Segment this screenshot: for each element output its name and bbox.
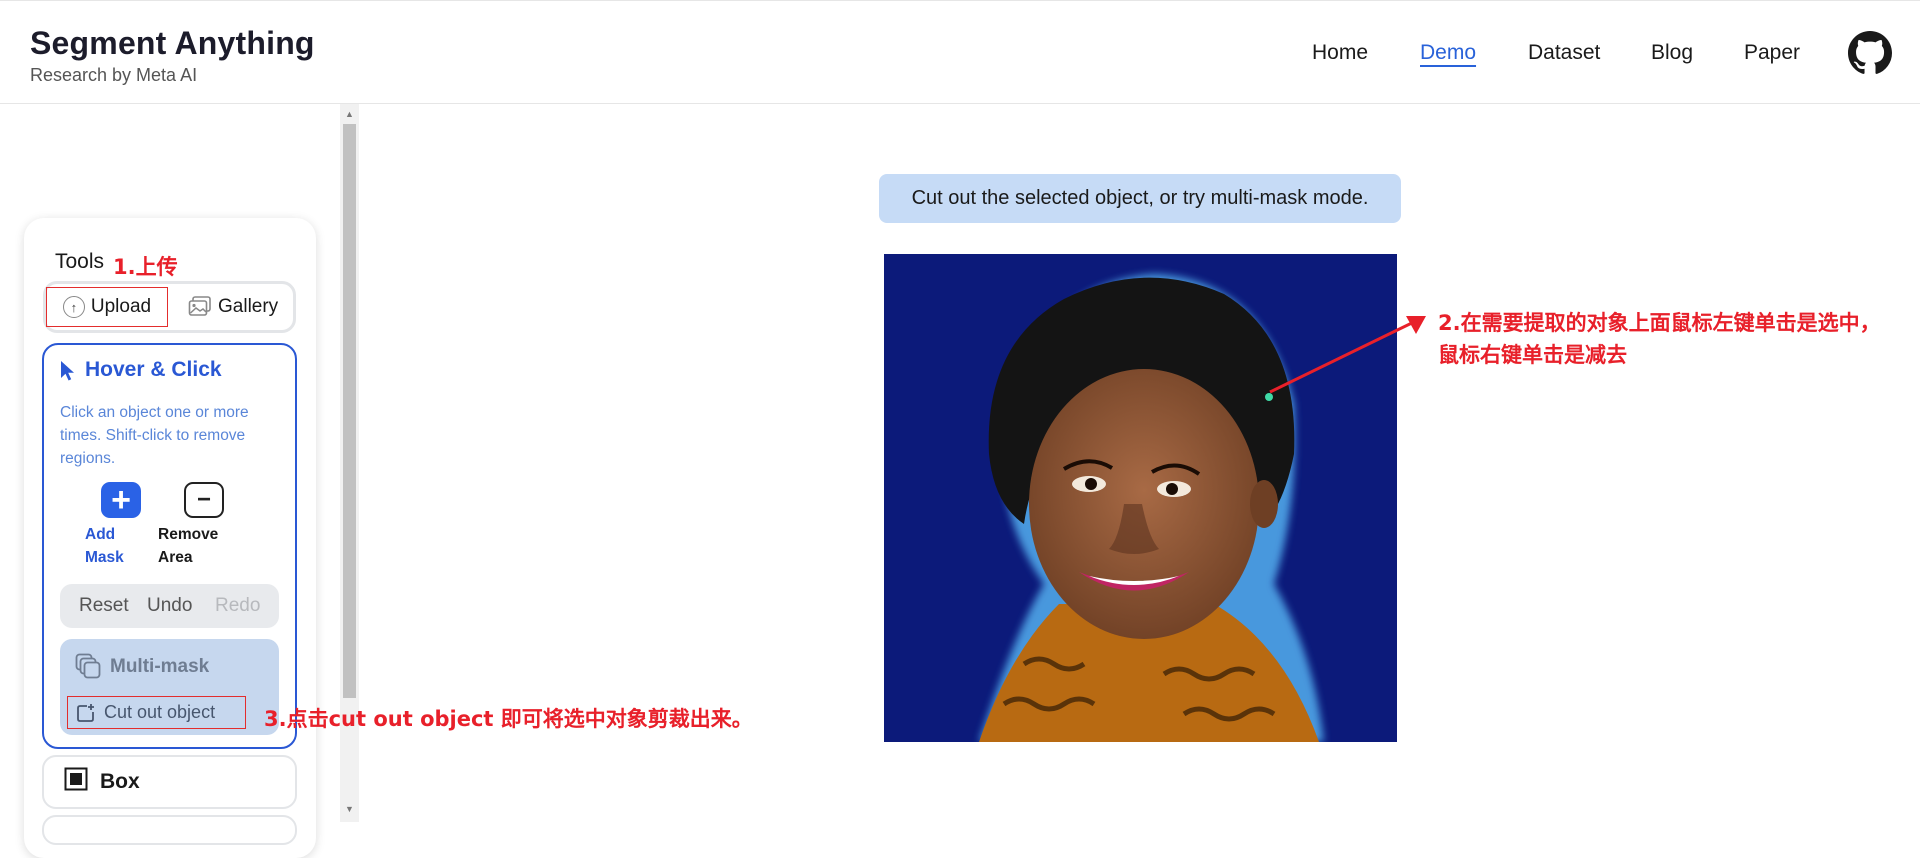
- hover-click-description: Click an object one or more times. Shift…: [60, 404, 249, 467]
- cut-out-label: Cut out object: [104, 702, 216, 722]
- scroll-down-arrow-icon[interactable]: ▼: [343, 803, 356, 815]
- cut-out-icon: [77, 703, 94, 722]
- nav-blog[interactable]: Blog: [1651, 41, 1693, 65]
- brand-title[interactable]: Segment Anything: [30, 25, 315, 62]
- top-header: Segment Anything Research by Meta AI Hom…: [0, 0, 1920, 104]
- redo-button[interactable]: Redo: [215, 595, 260, 617]
- annotation-arrow-icon: [1269, 316, 1426, 394]
- github-icon[interactable]: [1848, 31, 1892, 75]
- minus-icon: −: [196, 486, 211, 513]
- annotation-step1: 1.上传: [113, 255, 178, 279]
- upload-button[interactable]: ↑ Upload: [46, 287, 168, 327]
- nav-home[interactable]: Home: [1312, 41, 1368, 65]
- annotation-step3: 3.点击cut out object 即可将选中对象剪裁出来。: [264, 707, 753, 731]
- add-mask-label[interactable]: Add Mask: [85, 523, 145, 569]
- cut-out-object-button[interactable]: Cut out object: [67, 696, 246, 729]
- plus-icon: +: [111, 481, 131, 519]
- annotation-step2-line1: 2.在需要提取的对象上面鼠标左键单击是选中，: [1438, 311, 1881, 335]
- undo-button[interactable]: Undo: [147, 595, 192, 617]
- gallery-label: Gallery: [218, 296, 279, 317]
- nav-paper[interactable]: Paper: [1744, 41, 1800, 65]
- gallery-button[interactable]: Gallery: [188, 287, 288, 327]
- canvas-hint-banner: Cut out the selected object, or try mult…: [879, 174, 1401, 223]
- scrollbar-thumb[interactable]: [343, 124, 356, 698]
- hover-click-title: Hover & Click: [85, 358, 222, 381]
- remove-area-label[interactable]: Remove Area: [158, 523, 228, 569]
- cursor-pointer-icon: [61, 361, 74, 381]
- reset-button[interactable]: Reset: [79, 595, 129, 617]
- gallery-image-icon: [188, 296, 211, 316]
- multi-mask-label[interactable]: Multi-mask: [110, 656, 209, 678]
- upload-label: Upload: [90, 296, 152, 317]
- box-label: Box: [100, 770, 140, 793]
- brand-subtitle: Research by Meta AI: [30, 65, 198, 85]
- nav-demo[interactable]: Demo: [1420, 41, 1476, 65]
- box-square-icon: [64, 767, 88, 791]
- upload-arrow-icon: ↑: [62, 296, 85, 318]
- next-tool-card[interactable]: [42, 815, 297, 845]
- remove-area-button[interactable]: −: [184, 482, 224, 518]
- scroll-up-arrow-icon[interactable]: ▲: [343, 108, 356, 120]
- add-mask-button[interactable]: +: [101, 482, 141, 518]
- annotation-step2-line2: 鼠标右键单击是减去: [1438, 343, 1627, 367]
- nav-dataset[interactable]: Dataset: [1528, 41, 1600, 65]
- multi-mask-layers-icon[interactable]: [75, 653, 101, 679]
- tools-title: Tools: [55, 250, 105, 273]
